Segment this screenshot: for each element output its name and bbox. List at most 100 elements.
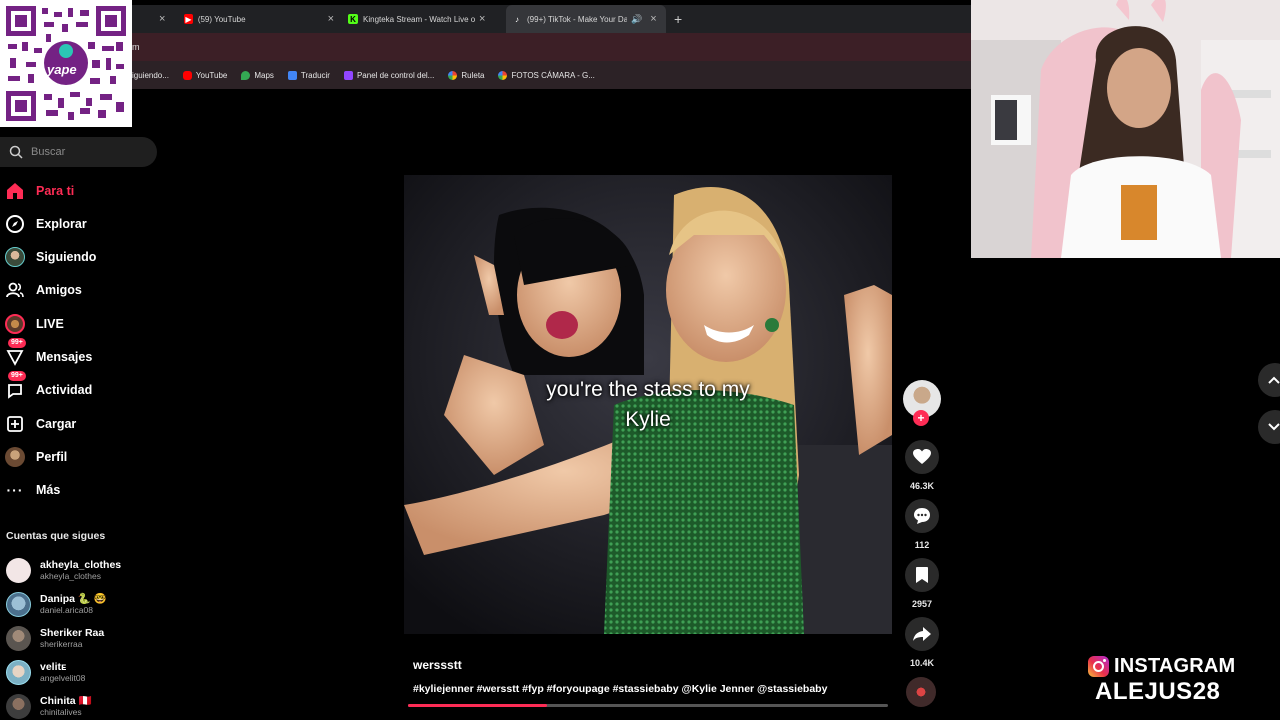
- nav-mensajes[interactable]: 99+ Mensajes: [4, 338, 93, 370]
- bookmark-fotos[interactable]: FOTOS CÁMARA - G...: [498, 70, 595, 80]
- nav-perfil[interactable]: Perfil: [4, 444, 67, 470]
- chevron-down-icon: [1268, 423, 1280, 431]
- home-icon: [4, 180, 26, 202]
- bookmark-twitch[interactable]: Panel de control del...: [343, 70, 435, 80]
- nav-label: Para ti: [36, 184, 75, 198]
- shares-count: 10.4K: [909, 658, 935, 668]
- followed-account[interactable]: Chinita 🇵🇪 chinitalives: [6, 692, 92, 720]
- account-name: Danipa 🐍 🤓: [40, 593, 107, 605]
- avatar: [6, 591, 31, 617]
- bookmark-youtube[interactable]: YouTube: [182, 70, 227, 80]
- nav-mas[interactable]: ··· Más: [4, 477, 61, 503]
- close-tab-icon[interactable]: ×: [479, 13, 485, 25]
- webcam-overlay: [971, 0, 1280, 258]
- nav-live[interactable]: LIVE: [4, 311, 64, 337]
- bookmark-maps[interactable]: Maps: [241, 70, 274, 80]
- chevron-up-icon: [1268, 376, 1280, 384]
- bookmark-label: FOTOS CÁMARA - G...: [511, 70, 595, 80]
- bookmark-item[interactable]: iguiendo...: [132, 71, 169, 80]
- scroll-up-button[interactable]: [1258, 363, 1280, 397]
- streamer-webcam-image: [971, 0, 1280, 258]
- nav-label: Siguiendo: [36, 250, 97, 264]
- account-handle: angelvelit08: [40, 673, 86, 683]
- caption-line: you're the stass to my: [546, 378, 750, 401]
- search-icon: [9, 145, 23, 159]
- close-tab-icon[interactable]: ×: [650, 13, 656, 25]
- nav-explorar[interactable]: Explorar: [4, 211, 87, 237]
- like-action[interactable]: 46.3K: [904, 440, 940, 491]
- close-tab-icon[interactable]: ×: [159, 13, 165, 25]
- progress-fill: [408, 704, 548, 707]
- activity-badge: 99+: [8, 371, 26, 381]
- nav-para-ti[interactable]: Para ti: [4, 178, 74, 204]
- share-action[interactable]: 10.4K: [904, 617, 940, 668]
- comment-icon[interactable]: [905, 499, 939, 533]
- followed-account[interactable]: Danipa 🐍 🤓 daniel.arica08: [6, 590, 107, 618]
- following-section-title: Cuentas que sigues: [6, 530, 106, 542]
- video-author[interactable]: werssstt: [413, 658, 462, 672]
- follow-plus-button[interactable]: +: [913, 410, 929, 426]
- kick-icon: K: [348, 14, 358, 24]
- instagram-icon: [1088, 656, 1109, 677]
- account-handle: chinitalives: [40, 707, 82, 717]
- nav-label: Mensajes: [36, 350, 93, 364]
- tab-partial[interactable]: ×: [132, 5, 172, 33]
- bookmark-label: iguiendo...: [132, 70, 169, 80]
- tab-label: (59) YouTube: [197, 14, 246, 24]
- bookmark-label: Traducir: [300, 70, 330, 80]
- tab-youtube[interactable]: ▶ (59) YouTube ×: [184, 5, 334, 33]
- account-name: velitᴇ: [40, 661, 67, 673]
- instagram-handle: ALEJUS28: [1095, 678, 1221, 705]
- bookmark-icon[interactable]: [905, 558, 939, 592]
- share-arrow-icon[interactable]: [905, 617, 939, 651]
- video-player[interactable]: you're the stass to my Kylie: [404, 175, 892, 634]
- close-tab-icon[interactable]: ×: [328, 13, 334, 25]
- followed-account[interactable]: velitᴇ angelvelit08: [6, 658, 85, 686]
- account-name: Sheriker Raa: [40, 627, 105, 639]
- music-disc-icon[interactable]: [906, 677, 936, 707]
- bookmark-label: Panel de control del...: [356, 70, 435, 80]
- google-icon: [448, 70, 458, 80]
- upload-icon: [4, 413, 26, 435]
- video-progress-bar[interactable]: [408, 704, 888, 707]
- avatar: [6, 557, 31, 583]
- address-bar[interactable]: m: [132, 33, 972, 61]
- search-input[interactable]: Buscar: [0, 137, 157, 167]
- tab-kick[interactable]: K Kingteka Stream - Watch Live o ×: [348, 5, 498, 33]
- tab-tiktok[interactable]: ♪ (99+) TikTok - Make Your Da 🔊 ×: [506, 5, 666, 33]
- account-handle: akheyla_clothes: [40, 571, 101, 581]
- account-name: Chinita 🇵🇪: [40, 695, 92, 707]
- nav-siguiendo[interactable]: Siguiendo: [4, 244, 96, 270]
- friends-icon: [4, 279, 26, 301]
- messages-badge: 99+: [8, 338, 26, 348]
- url-text: m: [132, 42, 140, 52]
- new-tab-button[interactable]: +: [674, 11, 682, 27]
- account-handle: daniel.arica08: [40, 605, 93, 615]
- bookmark-ruleta[interactable]: Ruleta: [448, 70, 484, 80]
- avatar: [6, 659, 31, 685]
- nav-actividad[interactable]: 99+ Actividad: [4, 371, 92, 403]
- speaker-icon[interactable]: 🔊: [631, 14, 642, 25]
- maps-pin-icon: [241, 70, 251, 80]
- followed-account[interactable]: Sheriker Raa sherikerraa: [6, 624, 104, 652]
- account-name: akheyla_clothes: [40, 559, 122, 571]
- scroll-down-button[interactable]: [1258, 410, 1280, 444]
- comment-action[interactable]: 112: [904, 499, 940, 550]
- instagram-row: INSTAGRAM: [1088, 655, 1248, 678]
- nav-cargar[interactable]: Cargar: [4, 411, 76, 437]
- tab-label: (99+) TikTok - Make Your Da: [527, 14, 627, 24]
- compass-icon: [4, 213, 26, 235]
- save-action[interactable]: 2957: [904, 558, 940, 609]
- avatar: [6, 625, 31, 651]
- video-description: #kyliejenner #wersstt #fyp #foryoupage #…: [413, 683, 828, 695]
- followed-account[interactable]: akheyla_clothes akheyla_clothes: [6, 556, 121, 584]
- nav-label: Más: [36, 483, 61, 497]
- caption-line: Kylie: [625, 408, 671, 431]
- heart-icon[interactable]: [905, 440, 939, 474]
- youtube-icon: ▶: [184, 14, 193, 24]
- nav-amigos[interactable]: Amigos: [4, 277, 82, 303]
- tiktok-icon: ♪: [515, 14, 519, 24]
- bookmark-translate[interactable]: Traducir: [287, 70, 330, 80]
- yape-qr-code: yape: [0, 0, 132, 127]
- nav-label: Cargar: [36, 417, 77, 431]
